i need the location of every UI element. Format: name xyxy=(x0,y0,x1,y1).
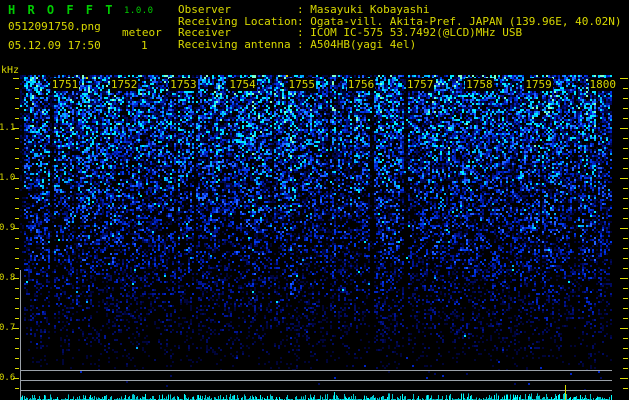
freq-tick xyxy=(13,328,19,329)
freq-tick xyxy=(13,228,19,229)
info-value: : A504HB(yagi 4el) xyxy=(297,37,417,51)
freq-tick xyxy=(620,78,628,79)
freq-tick xyxy=(623,308,628,309)
frequency-unit-label: kHz xyxy=(1,65,20,76)
freq-tick xyxy=(15,298,19,299)
time-label: 1754 xyxy=(228,78,257,91)
freq-tick xyxy=(623,188,628,189)
frequency-label: 0.8 xyxy=(0,272,16,283)
freq-tick xyxy=(15,88,19,89)
freq-tick xyxy=(13,128,19,129)
freq-tick xyxy=(15,98,19,99)
station-info: Observer: Masayuki Kobayashi Receiving Lo… xyxy=(178,4,622,50)
time-label: 1756 xyxy=(346,78,376,91)
info-label: Receiving antenna xyxy=(178,37,291,51)
freq-tick xyxy=(15,248,19,249)
time-label: 1755 xyxy=(287,78,316,91)
freq-tick xyxy=(15,348,19,349)
freq-tick xyxy=(15,218,19,219)
freq-tick xyxy=(15,268,19,269)
freq-tick xyxy=(15,138,19,139)
freq-tick xyxy=(623,138,628,139)
freq-tick xyxy=(15,358,19,359)
time-label: 1758 xyxy=(465,78,494,91)
freq-tick xyxy=(623,288,628,289)
freq-tick xyxy=(15,308,19,309)
spectrogram-canvas xyxy=(20,75,612,400)
freq-tick xyxy=(623,258,628,259)
freq-tick xyxy=(13,278,19,279)
freq-tick xyxy=(623,148,628,149)
freq-tick xyxy=(15,318,19,319)
time-label: 1757 xyxy=(405,78,435,91)
freq-tick xyxy=(620,278,628,279)
freq-tick xyxy=(623,298,628,299)
mode-label: meteor xyxy=(122,26,162,39)
freq-tick xyxy=(623,238,628,239)
datetime-label: 05.12.09 17:50 xyxy=(8,39,101,52)
freq-tick xyxy=(623,88,628,89)
time-label: 1800 xyxy=(588,78,617,91)
freq-tick xyxy=(15,208,19,209)
freq-tick xyxy=(15,288,19,289)
freq-tick xyxy=(623,108,628,109)
freq-tick xyxy=(620,178,628,179)
output-filename: 0512091750.png xyxy=(8,20,101,33)
freq-tick xyxy=(13,378,19,379)
meteor-count: 1 xyxy=(141,39,148,52)
app-version: 1.0.0 xyxy=(124,6,154,16)
freq-tick xyxy=(15,238,19,239)
freq-tick xyxy=(623,208,628,209)
freq-tick xyxy=(15,368,19,369)
freq-tick xyxy=(623,348,628,349)
frequency-label: 0.6 xyxy=(0,372,16,383)
freq-tick xyxy=(15,188,19,189)
freq-tick xyxy=(623,358,628,359)
freq-tick xyxy=(15,158,19,159)
freq-tick xyxy=(620,128,628,129)
freq-tick xyxy=(15,118,19,119)
freq-tick xyxy=(15,168,19,169)
freq-tick xyxy=(623,118,628,119)
info-label: Observer xyxy=(178,3,231,16)
freq-tick xyxy=(623,318,628,319)
freq-tick xyxy=(15,108,19,109)
freq-tick xyxy=(620,328,628,329)
freq-tick xyxy=(15,338,19,339)
freq-tick xyxy=(15,258,19,259)
frequency-label: 1.0 xyxy=(0,173,16,183)
freq-tick xyxy=(623,388,628,389)
time-label: 1751 xyxy=(50,78,80,91)
freq-tick xyxy=(623,158,628,159)
frequency-label: 0.7 xyxy=(0,322,16,333)
frequency-label: 0.9 xyxy=(0,222,16,233)
time-label: 1753 xyxy=(169,78,198,91)
freq-tick xyxy=(620,378,628,379)
info-row: Receiving antenna : A504HB(yagi 4el) xyxy=(178,37,622,51)
app-title: H R O F F T xyxy=(8,3,115,17)
time-label: 1759 xyxy=(524,78,553,91)
freq-tick xyxy=(15,388,19,389)
freq-tick xyxy=(623,198,628,199)
frequency-label: 1.1 xyxy=(0,123,16,134)
time-label: 1752 xyxy=(109,78,139,91)
freq-tick xyxy=(13,178,19,179)
freq-tick xyxy=(15,198,19,199)
freq-tick xyxy=(623,338,628,339)
freq-tick xyxy=(623,368,628,369)
freq-tick xyxy=(623,98,628,99)
freq-tick xyxy=(623,268,628,269)
freq-tick xyxy=(623,218,628,219)
freq-tick xyxy=(15,148,19,149)
hrofft-screen: H R O F F T 1.0.0 0512091750.png meteor … xyxy=(0,0,629,400)
freq-tick xyxy=(13,78,19,79)
freq-tick xyxy=(623,168,628,169)
freq-tick xyxy=(620,228,628,229)
freq-tick xyxy=(623,248,628,249)
